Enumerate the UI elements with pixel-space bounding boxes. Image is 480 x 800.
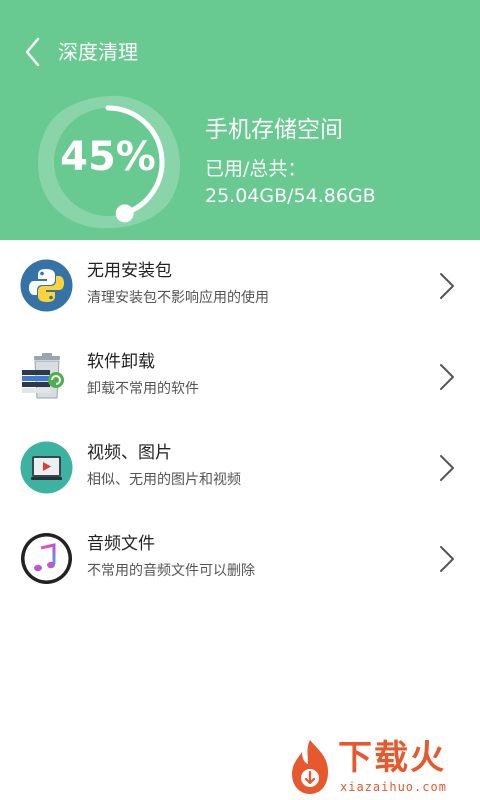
storage-title: 手机存储空间	[205, 117, 343, 143]
item-title: 软件卸载	[87, 352, 155, 372]
page-title: 深度清理	[58, 40, 138, 64]
python-package-icon	[20, 259, 73, 312]
gauge-value: 45%	[60, 134, 156, 180]
item-subtitle: 相似、无用的图片和视频	[87, 472, 241, 488]
list-item-uninstall[interactable]: 软件卸载 卸载不常用的软件	[0, 331, 480, 422]
video-player-icon	[20, 441, 73, 494]
list-item-unused-packages[interactable]: 无用安装包 清理安装包不影响应用的使用	[0, 240, 480, 331]
chevron-right-icon	[440, 455, 454, 481]
cleanup-list: 无用安装包 清理安装包不影响应用的使用 软件卸载 卸载不常用的软件 视频、图片 …	[0, 240, 480, 604]
list-item-video-images[interactable]: 视频、图片 相似、无用的图片和视频	[0, 422, 480, 513]
item-title: 视频、图片	[87, 443, 172, 463]
back-button[interactable]	[18, 34, 52, 70]
item-subtitle: 不常用的音频文件可以删除	[87, 563, 255, 579]
storage-value: 25.04GB/54.86GB	[205, 185, 376, 207]
chevron-right-icon	[440, 273, 454, 299]
storage-label: 已用/总共：	[205, 158, 307, 180]
watermark-text: 下载火	[338, 738, 446, 778]
storage-gauge: 45%	[30, 92, 186, 232]
item-title: 音频文件	[87, 534, 155, 554]
item-subtitle: 卸载不常用的软件	[87, 381, 199, 397]
chevron-right-icon	[440, 546, 454, 572]
chevron-right-icon	[440, 364, 454, 390]
music-note-icon	[20, 532, 73, 585]
watermark-domain: xiazaihuo.com	[340, 780, 447, 794]
recycle-bin-icon	[20, 350, 73, 403]
item-subtitle: 清理安装包不影响应用的使用	[87, 290, 269, 306]
chevron-left-icon	[25, 37, 40, 67]
header: 深度清理 45% 手机存储空间 已用/总共： 25.04GB/54.86GB	[0, 0, 480, 240]
gauge-knob	[115, 204, 134, 223]
list-item-audio-files[interactable]: 音频文件 不常用的音频文件可以删除	[0, 513, 480, 604]
flame-logo-icon	[292, 740, 328, 794]
watermark-logo: 下载火 xiazaihuo.com	[282, 736, 478, 798]
item-title: 无用安装包	[87, 261, 172, 281]
